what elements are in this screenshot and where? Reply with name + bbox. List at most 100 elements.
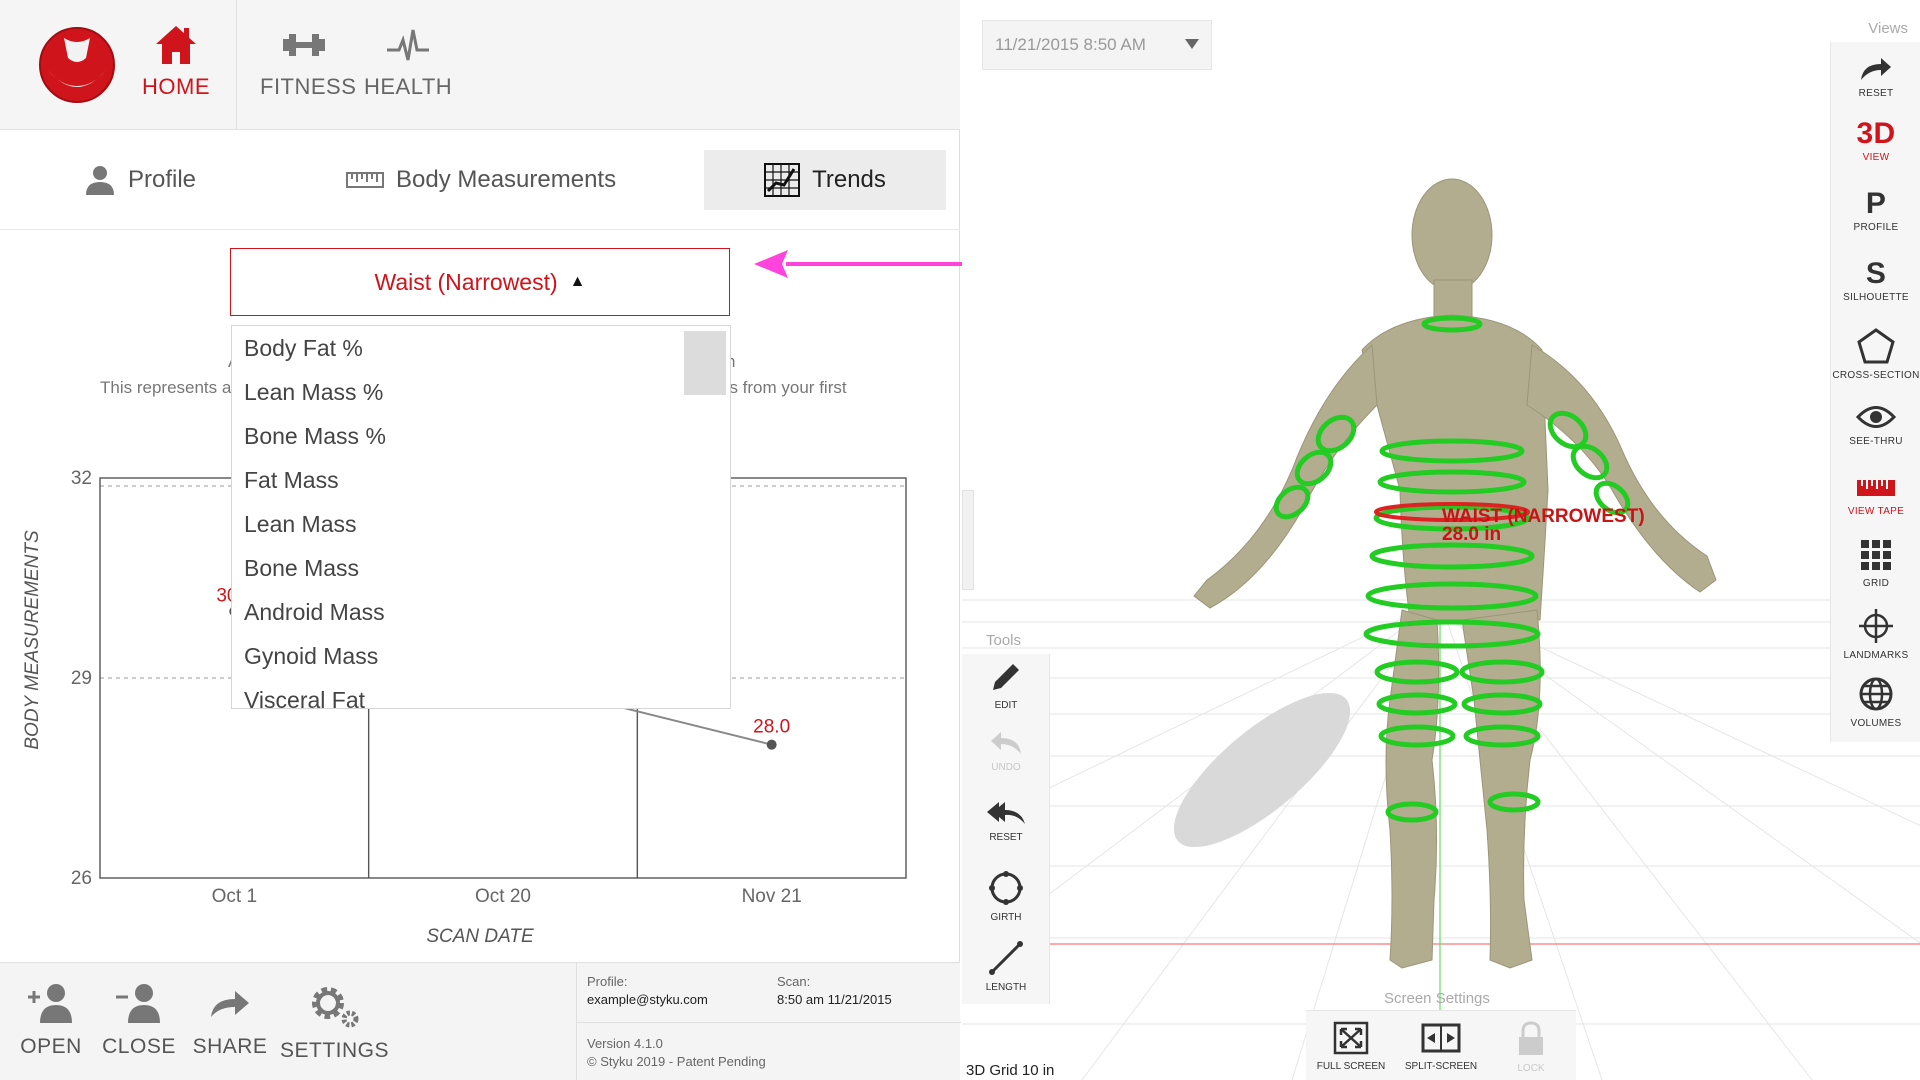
view-volumes-label: VOLUMES xyxy=(1850,718,1902,729)
share-icon xyxy=(211,991,249,1017)
panel-resize-handle[interactable] xyxy=(962,490,974,590)
view-profile-button[interactable]: P PROFILE xyxy=(1831,186,1920,233)
tab-trends-label: Trends xyxy=(812,166,886,193)
3d-viewport[interactable]: WAIST (NARROWEST) 28.0 in xyxy=(962,0,1920,1080)
option-item[interactable]: Fat Mass xyxy=(232,458,730,502)
tab-profile[interactable]: Profile xyxy=(84,150,264,210)
person-icon xyxy=(86,166,114,195)
expand-icon xyxy=(1333,1021,1369,1055)
chevron-down-icon xyxy=(1185,39,1199,49)
globe-icon xyxy=(1859,677,1893,711)
nav-home[interactable]: HOME xyxy=(140,24,212,100)
scan-value: 8:50 am 11/21/2015 xyxy=(777,992,892,1007)
view-silhouette-glyph: S xyxy=(1865,257,1887,290)
split-screen-icon xyxy=(1421,1023,1461,1053)
lock-button[interactable]: LOCK xyxy=(1486,1021,1576,1074)
tape-icon xyxy=(1857,480,1895,496)
option-item[interactable]: Lean Mass xyxy=(232,502,730,546)
option-item[interactable]: Bone Mass % xyxy=(232,414,730,458)
undo-arrow-icon xyxy=(991,732,1021,754)
tool-edit-button[interactable]: EDIT xyxy=(962,660,1050,711)
waist-measure-value: 28.0 in xyxy=(1442,524,1501,545)
scan-date-value: 11/21/2015 8:50 AM xyxy=(995,35,1146,54)
option-item[interactable]: Visceral Fat xyxy=(232,678,730,708)
view-grid-button[interactable]: GRID xyxy=(1831,538,1920,589)
tool-girth-button[interactable]: GIRTH xyxy=(962,870,1050,923)
eye-icon xyxy=(1856,406,1896,428)
tab-trends[interactable]: Trends xyxy=(704,150,946,210)
grid-icon xyxy=(1861,540,1891,570)
option-item[interactable]: Gynoid Mass xyxy=(232,634,730,678)
viewer-panel: WAIST (NARROWEST) 28.0 in 11/21/2015 8:5… xyxy=(962,0,1920,1080)
tools-toolbar: EDIT UNDO RESET GIRTH LENGTH xyxy=(962,654,1050,1004)
settings-button[interactable]: SETTINGS xyxy=(280,983,390,1063)
trend-chart-icon xyxy=(764,163,801,197)
gear-icon xyxy=(312,987,359,1028)
pencil-icon xyxy=(993,664,1019,690)
views-title: Views xyxy=(1868,20,1908,37)
heartbeat-icon xyxy=(387,29,429,61)
tools-title: Tools xyxy=(986,632,1022,649)
view-cross-section-label: CROSS-SECTION xyxy=(1832,370,1920,381)
settings-label: SETTINGS xyxy=(280,1039,390,1062)
top-navigation: HOME FITNESS HEALTH xyxy=(0,0,960,130)
x-tick-label: Oct 20 xyxy=(475,886,531,907)
nav-health[interactable]: HEALTH xyxy=(364,24,452,100)
tool-girth-label: GIRTH xyxy=(990,912,1022,923)
grid-size-label: 3D Grid 10 in xyxy=(966,1062,1055,1079)
close-label: CLOSE xyxy=(102,1035,176,1058)
view-3d-button[interactable]: 3D VIEW xyxy=(1831,116,1920,163)
view-tape-label: VIEW TAPE xyxy=(1847,506,1905,517)
view-3d-glyph: 3D xyxy=(1856,117,1896,150)
split-screen-label: SPLIT-SCREEN xyxy=(1404,1061,1478,1072)
view-grid-label: GRID xyxy=(1862,578,1890,589)
share-label: SHARE xyxy=(192,1035,268,1058)
description-text-left: This represents a xyxy=(100,378,232,397)
left-panel: HOME FITNESS HEALTH Profile Body Measure… xyxy=(0,0,968,1080)
view-see-thru-label: SEE-THRU xyxy=(1849,436,1903,447)
measurement-select-value: Waist (Narrowest) xyxy=(374,268,558,295)
crosshair-icon xyxy=(1859,609,1893,643)
tool-reset-button[interactable]: RESET xyxy=(962,800,1050,843)
ruler-icon xyxy=(346,172,384,188)
view-landmarks-button[interactable]: LANDMARKS xyxy=(1831,608,1920,661)
view-reset-label: RESET xyxy=(1858,88,1894,99)
tool-undo-button[interactable]: UNDO xyxy=(962,730,1050,773)
lock-label: LOCK xyxy=(1517,1063,1545,1074)
styku-logo[interactable] xyxy=(38,26,116,104)
split-screen-button[interactable]: SPLIT-SCREEN xyxy=(1396,1021,1486,1072)
nav-divider xyxy=(236,0,237,130)
view-volumes-button[interactable]: VOLUMES xyxy=(1831,676,1920,729)
close-button[interactable]: CLOSE xyxy=(100,983,178,1059)
data-point xyxy=(766,739,777,750)
share-button[interactable]: SHARE xyxy=(190,983,270,1059)
profile-label: Profile: xyxy=(587,974,628,989)
body-model xyxy=(1193,178,1717,969)
options-scrollbar[interactable] xyxy=(684,331,726,395)
nav-fitness[interactable]: FITNESS xyxy=(260,24,356,100)
open-button[interactable]: OPEN xyxy=(16,983,86,1059)
profile-value: example@styku.com xyxy=(587,992,708,1007)
measurement-select[interactable]: Waist (Narrowest) ▲ xyxy=(230,248,730,316)
view-see-thru-button[interactable]: SEE-THRU xyxy=(1831,404,1920,447)
view-tape-button[interactable]: VIEW TAPE xyxy=(1831,474,1920,517)
tool-length-button[interactable]: LENGTH xyxy=(962,940,1050,993)
measurement-options-list[interactable]: Body Fat % Lean Mass % Bone Mass % Fat Mass… xyxy=(231,325,731,709)
view-cross-section-button[interactable]: CROSS-SECTION xyxy=(1831,328,1920,381)
option-item[interactable]: Body Fat % xyxy=(232,326,730,370)
view-reset-button[interactable]: RESET xyxy=(1831,56,1920,99)
option-item[interactable]: Lean Mass % xyxy=(232,370,730,414)
full-screen-button[interactable]: FULL SCREEN xyxy=(1306,1021,1396,1072)
x-tick-label: Oct 1 xyxy=(212,886,257,907)
scan-date-select[interactable]: 11/21/2015 8:50 AM xyxy=(982,20,1212,70)
option-item[interactable]: Android Mass xyxy=(232,590,730,634)
caret-up-icon: ▲ xyxy=(569,273,586,290)
view-silhouette-button[interactable]: S SILHOUETTE xyxy=(1831,256,1920,303)
length-line-icon xyxy=(989,941,1023,975)
tab-bar: Profile Body Measurements Trends xyxy=(0,130,960,230)
option-item[interactable]: Bone Mass xyxy=(232,546,730,590)
options-container: Body Fat % Lean Mass % Bone Mass % Fat Mass… xyxy=(232,326,730,708)
tab-body-measurements[interactable]: Body Measurements xyxy=(346,150,646,210)
add-person-icon xyxy=(28,984,72,1023)
scan-label: Scan: xyxy=(777,974,811,989)
